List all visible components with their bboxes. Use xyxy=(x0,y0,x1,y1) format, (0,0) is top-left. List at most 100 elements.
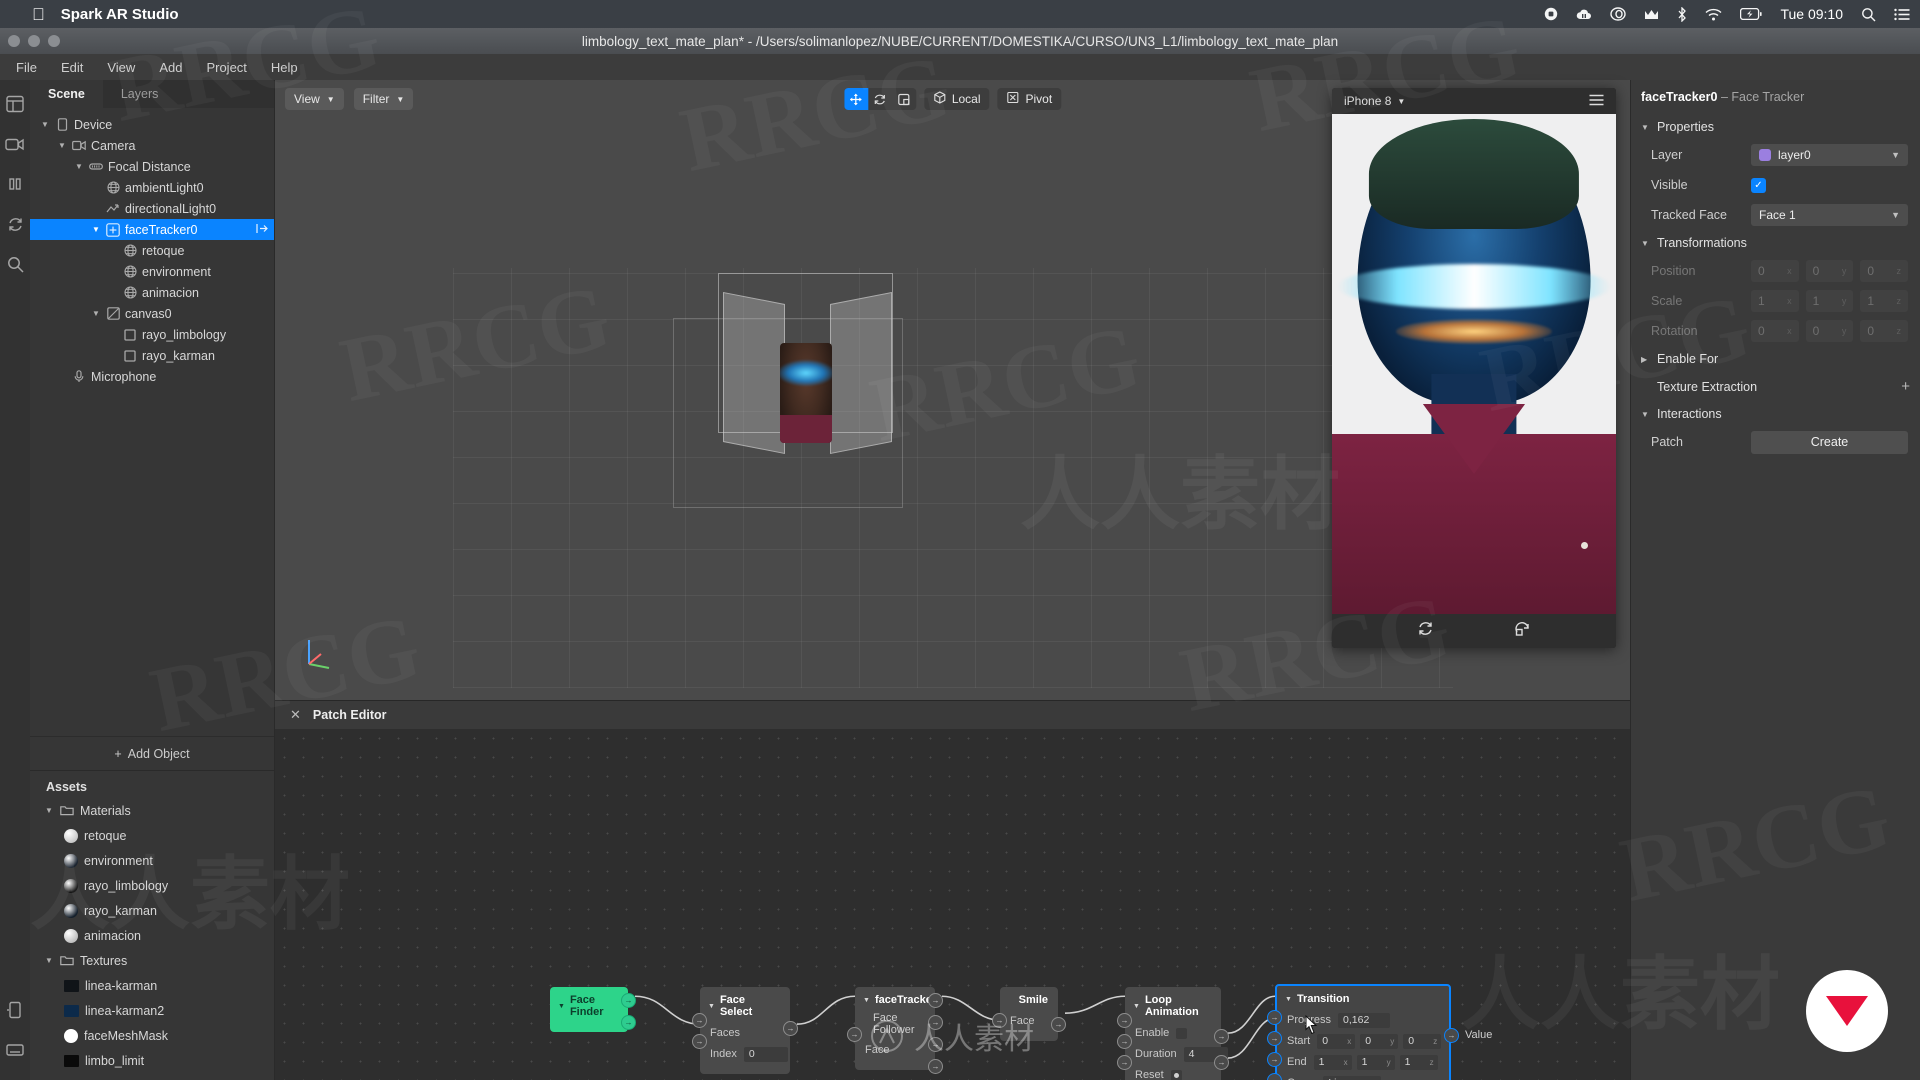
keyboard-icon[interactable] xyxy=(5,1040,25,1060)
patch-output-port-1[interactable]: → xyxy=(621,1015,636,1030)
scene-tree-item-facetracker0[interactable]: ▼ faceTracker0 xyxy=(30,219,274,240)
patch-field-y[interactable]: 1y xyxy=(1356,1054,1395,1070)
transform-field-z[interactable]: 1z xyxy=(1860,290,1909,312)
section-transformations[interactable]: ▼ Transformations xyxy=(1631,230,1920,256)
patch-input-port-face[interactable]: → xyxy=(847,1027,862,1042)
record-icon[interactable] xyxy=(1514,620,1532,642)
caret-down-icon[interactable]: ▼ xyxy=(44,806,54,815)
asset-item-retoque[interactable]: retoque xyxy=(30,823,274,848)
patch-input-port-start[interactable]: → xyxy=(1267,1031,1282,1046)
asset-item-rayo-karman[interactable]: rayo_karman xyxy=(30,898,274,923)
patch-radio[interactable] xyxy=(1170,1069,1182,1080)
section-texture-extraction[interactable]: Texture Extraction + xyxy=(1631,372,1920,401)
visible-checkbox[interactable]: ✓ xyxy=(1751,177,1766,193)
caret-down-icon[interactable]: ▼ xyxy=(91,225,101,234)
triangle-down-icon[interactable]: ▼ xyxy=(1133,1003,1140,1010)
patch-field-y[interactable]: 0y xyxy=(1360,1033,1399,1049)
patch-select[interactable]: Linear▼ xyxy=(1323,1075,1382,1080)
asset-item-materials[interactable]: ▼ Materials xyxy=(30,798,274,823)
transform-field-x[interactable]: 0x xyxy=(1751,260,1799,282)
device-icon[interactable] xyxy=(5,1000,25,1020)
record-icon[interactable] xyxy=(1544,7,1558,21)
patch-input-port-progress[interactable]: → xyxy=(1267,1010,1282,1025)
patch-field[interactable]: 0,162 xyxy=(1338,1012,1391,1028)
search-icon[interactable] xyxy=(5,254,25,274)
create-patch-button[interactable]: Create xyxy=(1751,430,1908,454)
patch-node-loop-animation[interactable]: ▼Loop AnimationEnableDuration4ResetMirro… xyxy=(1125,987,1228,1080)
enter-icon[interactable] xyxy=(256,223,268,237)
triangle-down-icon[interactable]: ▼ xyxy=(863,997,870,1004)
scene-tree-item-environment[interactable]: ▼environment xyxy=(30,261,274,282)
patch-input-port-faces[interactable]: → xyxy=(692,1013,707,1028)
patch-input-port-duration[interactable]: → xyxy=(1117,1034,1132,1049)
filter-dropdown[interactable]: Filter ▼ xyxy=(353,88,414,110)
triangle-down-icon[interactable]: ▼ xyxy=(708,1003,715,1010)
bluetooth-icon[interactable] xyxy=(1677,6,1687,22)
scene-tree-item-retoque[interactable]: ▼retoque xyxy=(30,240,274,261)
transform-field-y[interactable]: 0y xyxy=(1805,260,1854,282)
triangle-down-icon[interactable]: ▼ xyxy=(558,1003,565,1010)
transform-field-x[interactable]: 1x xyxy=(1751,290,1799,312)
patch-output-port-1[interactable]: → xyxy=(1214,1055,1229,1070)
tab-scene[interactable]: Scene xyxy=(30,80,103,108)
caret-down-icon[interactable]: ▼ xyxy=(91,309,101,318)
transform-field-z[interactable]: 0z xyxy=(1860,260,1909,282)
menu-file[interactable]: File xyxy=(4,57,49,78)
add-object-button[interactable]: + Add Object xyxy=(30,736,274,770)
caret-down-icon[interactable]: ▼ xyxy=(40,120,50,129)
patch-field-z[interactable]: 1z xyxy=(1399,1054,1438,1070)
patch-output-port-3[interactable]: → xyxy=(928,1059,943,1074)
close-icon[interactable]: ✕ xyxy=(290,707,301,723)
asset-item-textures[interactable]: ▼ Textures xyxy=(30,948,274,973)
section-interactions[interactable]: ▼ Interactions xyxy=(1631,401,1920,427)
pivot-button[interactable]: Pivot xyxy=(997,88,1062,110)
patch-field-x[interactable]: 0x xyxy=(1317,1033,1356,1049)
chevron-down-icon[interactable]: ▼ xyxy=(1397,97,1405,106)
triangle-down-icon[interactable]: ▼ xyxy=(1285,996,1292,1003)
asset-item-environment[interactable]: environment xyxy=(30,848,274,873)
window-close-button[interactable] xyxy=(8,35,20,47)
patch-checkbox[interactable] xyxy=(1176,1027,1188,1039)
patch-output-port-0[interactable]: → xyxy=(1051,1017,1066,1032)
malwarebytes-icon[interactable] xyxy=(1644,7,1659,21)
patch-field[interactable]: 0 xyxy=(743,1046,788,1062)
camera-icon[interactable] xyxy=(5,134,25,154)
scene-tree-item-rayo-limbology[interactable]: ▼rayo_limbology xyxy=(30,324,274,345)
cloud-icon[interactable] xyxy=(1576,8,1592,21)
scene-tree-item-ambientlight0[interactable]: ▼ambientLight0 xyxy=(30,177,274,198)
section-enable-for[interactable]: ▶ Enable For xyxy=(1631,346,1920,372)
transform-field-z[interactable]: 0z xyxy=(1860,320,1909,342)
pause-icon[interactable] xyxy=(5,174,25,194)
scale-tool-button[interactable] xyxy=(892,88,916,110)
scene-tree-item-device[interactable]: ▼ Device xyxy=(30,114,274,135)
transform-field-y[interactable]: 0y xyxy=(1805,320,1854,342)
asset-item-linea-karman2[interactable]: linea-karman2 xyxy=(30,998,274,1023)
search-icon[interactable] xyxy=(1861,7,1876,22)
move-tool-button[interactable] xyxy=(843,88,868,110)
asset-item-facemeshmask[interactable]: faceMeshMask xyxy=(30,1023,274,1048)
window-minimize-button[interactable] xyxy=(28,35,40,47)
apple-logo-icon[interactable]:  xyxy=(32,6,45,23)
tracked-face-select[interactable]: Face 1 ▼ xyxy=(1751,204,1908,226)
patch-output-port-0[interactable]: → xyxy=(1444,1028,1459,1043)
layout-icon[interactable] xyxy=(5,94,25,114)
patch-input-port-index[interactable]: → xyxy=(692,1034,707,1049)
wifi-icon[interactable] xyxy=(1705,8,1722,21)
patch-node-face-select[interactable]: ▼ Face Select Faces Index 0 xyxy=(700,987,790,1074)
view-dropdown[interactable]: View ▼ xyxy=(285,88,344,110)
battery-charging-icon[interactable] xyxy=(1740,8,1763,20)
patch-output-port-0[interactable]: → xyxy=(783,1021,798,1036)
device-preview-screen[interactable] xyxy=(1332,114,1616,614)
asset-item-linea-karman[interactable]: linea-karman xyxy=(30,973,274,998)
patch-field-x[interactable]: 1x xyxy=(1313,1054,1352,1070)
scene-tree-item-focal-distance[interactable]: ▼ Focal Distance xyxy=(30,156,274,177)
patch-output-port-0[interactable]: → xyxy=(621,993,636,1008)
patch-input-port-reset[interactable]: → xyxy=(1117,1055,1132,1070)
refresh-icon[interactable] xyxy=(1417,620,1434,642)
scene-tree-item-camera[interactable]: ▼ Camera xyxy=(30,135,274,156)
scene-tree-item-canvas0[interactable]: ▼ canvas0 xyxy=(30,303,274,324)
creative-cloud-icon[interactable] xyxy=(1610,7,1627,21)
plus-icon[interactable]: + xyxy=(1901,378,1910,395)
list-icon[interactable] xyxy=(1894,8,1910,21)
hamburger-icon[interactable] xyxy=(1589,93,1604,109)
